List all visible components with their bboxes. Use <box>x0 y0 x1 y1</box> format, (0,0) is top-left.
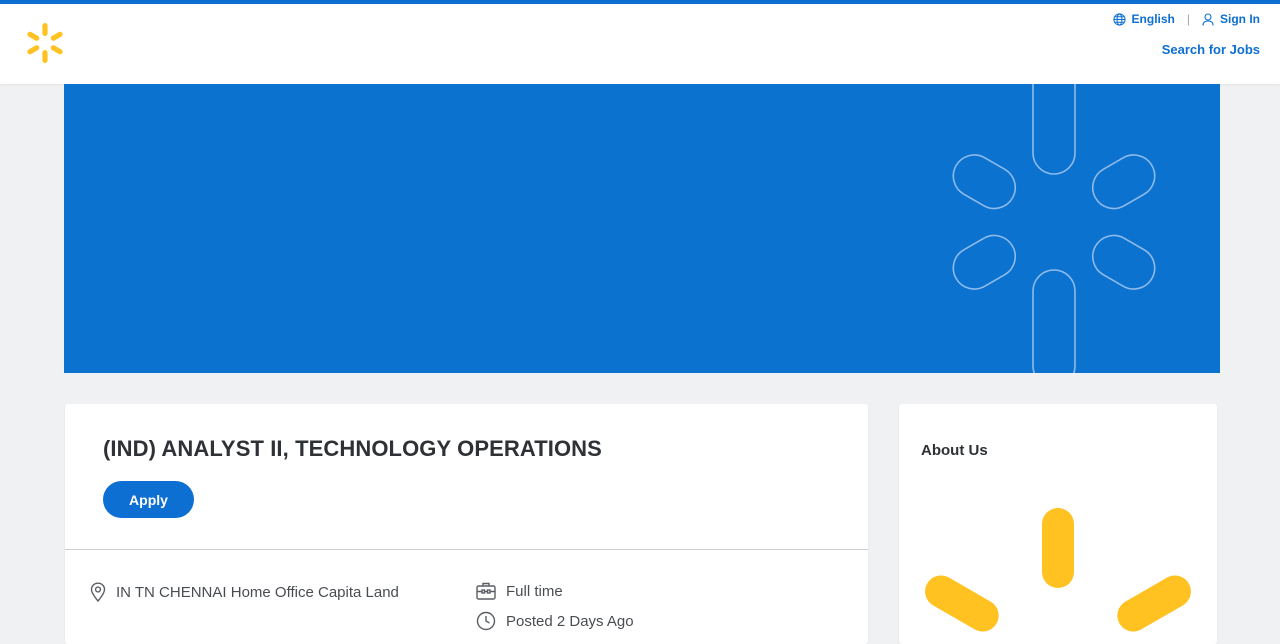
hero-banner <box>64 84 1220 373</box>
job-title: (IND) ANALYST II, TECHNOLOGY OPERATIONS <box>103 436 602 461</box>
clock-icon <box>476 611 496 631</box>
about-us-card: About Us <box>899 404 1217 644</box>
card-divider <box>65 549 868 550</box>
utility-nav: English | Sign In <box>1112 12 1260 26</box>
apply-button[interactable]: Apply <box>103 481 194 518</box>
spark-outline-graphic <box>952 84 1156 373</box>
language-label: English <box>1131 12 1175 26</box>
sign-in-label: Sign In <box>1220 12 1260 26</box>
posted-date-text: Posted 2 Days Ago <box>506 612 634 630</box>
language-selector[interactable]: English <box>1112 12 1175 26</box>
job-location-text: IN TN CHENNAI Home Office Capita Land <box>116 583 399 601</box>
briefcase-icon <box>476 582 496 600</box>
walmart-spark-logo-large <box>925 508 1191 632</box>
location-pin-icon <box>90 582 106 602</box>
globe-icon <box>1112 12 1126 26</box>
walmart-spark-logo[interactable] <box>24 22 66 64</box>
job-details-card: (IND) ANALYST II, TECHNOLOGY OPERATIONS … <box>65 404 868 644</box>
search-for-jobs-link[interactable]: Search for Jobs <box>1162 42 1260 57</box>
employment-type-text: Full time <box>506 582 563 600</box>
job-location: IN TN CHENNAI Home Office Capita Land <box>90 582 399 602</box>
job-employment-type: Full time <box>476 582 563 600</box>
utility-divider: | <box>1186 12 1190 26</box>
job-posted-date: Posted 2 Days Ago <box>476 611 634 631</box>
user-icon <box>1202 12 1214 26</box>
sign-in-link[interactable]: Sign In <box>1202 12 1260 26</box>
site-header: English | Sign In Search for Jobs <box>0 4 1280 84</box>
